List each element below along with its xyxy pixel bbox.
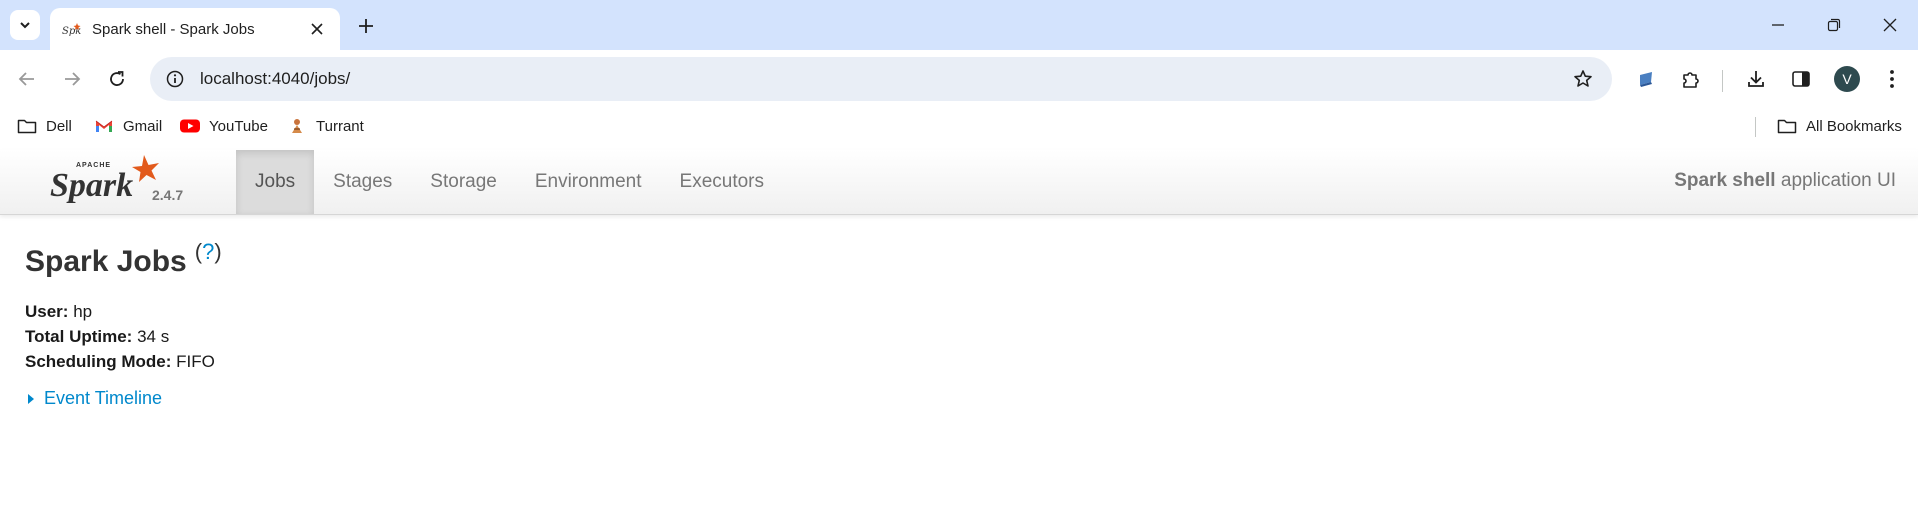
summary-user-label: User: (25, 302, 69, 321)
job-summary-list: User: hp Total Uptime: 34 s Scheduling M… (25, 299, 222, 374)
summary-uptime-label: Total Uptime: (25, 327, 133, 346)
spark-logo-text: Spark (50, 167, 133, 204)
help-tooltip: (?) (195, 239, 222, 265)
bookmark-youtube[interactable]: YouTube (179, 114, 268, 138)
arrow-right-icon (65, 72, 81, 86)
chevron-down-icon (20, 22, 30, 29)
help-paren-close: ) (214, 239, 222, 264)
bookmark-label: Turrant (316, 117, 364, 135)
summary-user-value: hp (73, 302, 93, 321)
tab-storage[interactable]: Storage (411, 150, 516, 214)
all-bookmarks-label: All Bookmarks (1806, 117, 1902, 135)
url-text[interactable]: localhost:4040/jobs/ (200, 69, 1568, 89)
close-icon (311, 23, 323, 35)
spark-favicon-icon: Spk (62, 19, 82, 39)
spark-logo[interactable]: APACHE Spark (48, 152, 190, 212)
event-timeline-link[interactable]: Event Timeline (44, 388, 162, 409)
restore-icon (1827, 18, 1841, 32)
plus-icon (359, 19, 373, 33)
summary-mode-label: Scheduling Mode: (25, 352, 172, 371)
bookmark-label: Gmail (123, 117, 163, 135)
page-content: Spark Jobs (?) User: hp Total Uptime: 34… (25, 239, 222, 409)
folder-icon (16, 117, 38, 135)
spark-nav-tabs: Jobs Stages Storage Environment Executor… (236, 150, 783, 214)
kebab-menu-icon[interactable] (1876, 63, 1908, 95)
tab-close-button[interactable] (306, 18, 328, 40)
restore-button[interactable] (1816, 10, 1852, 40)
site-info-icon[interactable] (162, 66, 188, 92)
reload-icon (110, 71, 124, 86)
spark-version: 2.4.7 (152, 187, 184, 203)
summary-mode-value: FIFO (176, 352, 215, 371)
summary-uptime-value: 34 s (137, 327, 170, 346)
arrow-left-icon (18, 72, 34, 86)
bookmark-label: Dell (46, 117, 72, 135)
help-link[interactable]: ? (202, 239, 214, 264)
close-icon (1883, 18, 1897, 32)
bookmarks-divider (1755, 117, 1756, 137)
all-bookmarks-button[interactable]: All Bookmarks (1776, 114, 1902, 138)
profile-avatar[interactable]: V (1834, 66, 1860, 92)
minimize-button[interactable] (1760, 10, 1796, 40)
side-panel-icon[interactable] (1785, 63, 1817, 95)
event-timeline-toggle[interactable]: Event Timeline (25, 388, 222, 409)
page-title-text: Spark Jobs (25, 245, 187, 278)
app-title: Spark shell application UI (1674, 170, 1896, 192)
forward-button[interactable] (56, 63, 88, 95)
extension-icon[interactable] (1630, 63, 1662, 95)
bookmark-dell[interactable]: Dell (16, 114, 72, 138)
tab-search-button[interactable] (10, 10, 40, 40)
tab-executors[interactable]: Executors (661, 150, 783, 214)
close-window-button[interactable] (1872, 10, 1908, 40)
tab-stages[interactable]: Stages (314, 150, 411, 214)
minimize-icon (1772, 24, 1784, 26)
back-button[interactable] (11, 63, 43, 95)
help-paren-open: ( (194, 239, 203, 264)
summary-scheduling-mode: Scheduling Mode: FIFO (25, 349, 222, 374)
app-name: Spark shell (1674, 170, 1776, 191)
app-title-suffix: application UI (1780, 170, 1896, 191)
puzzle-icon[interactable] (1675, 63, 1707, 95)
bookmark-star-icon[interactable] (1568, 64, 1598, 94)
address-bar[interactable]: localhost:4040/jobs/ (150, 57, 1612, 101)
summary-user: User: hp (25, 299, 222, 324)
spark-navbar: APACHE Spark 2.4.7 Jobs Stages Storage E… (0, 150, 1918, 215)
youtube-icon (179, 117, 201, 135)
page-title: Spark Jobs (?) (25, 239, 222, 279)
bookmark-gmail[interactable]: Gmail (93, 114, 162, 138)
bookmarks-bar: Dell Gmail YouTube Turrant All Bookmarks (0, 108, 1918, 144)
browser-tabstrip: Spk Spark shell - Spark Jobs (0, 0, 1918, 50)
gmail-icon (93, 117, 115, 135)
tab-title: Spark shell - Spark Jobs (92, 20, 255, 38)
folder-icon (1776, 117, 1798, 135)
caret-right-icon (28, 393, 34, 404)
browser-tab[interactable]: Spk Spark shell - Spark Jobs (50, 8, 340, 50)
spark-logo-icon: APACHE Spark (50, 155, 159, 204)
new-tab-button[interactable] (352, 12, 380, 40)
toolbar-divider (1722, 70, 1723, 92)
summary-uptime: Total Uptime: 34 s (25, 324, 222, 349)
bookmark-turrant[interactable]: Turrant (286, 114, 364, 138)
download-icon[interactable] (1740, 63, 1772, 95)
tab-jobs[interactable]: Jobs (236, 150, 315, 214)
reload-button[interactable] (101, 63, 133, 95)
tab-environment[interactable]: Environment (516, 150, 661, 214)
bookmark-label: YouTube (209, 117, 268, 135)
turrant-icon (286, 117, 308, 135)
browser-toolbar: localhost:4040/jobs/ V (0, 50, 1918, 108)
